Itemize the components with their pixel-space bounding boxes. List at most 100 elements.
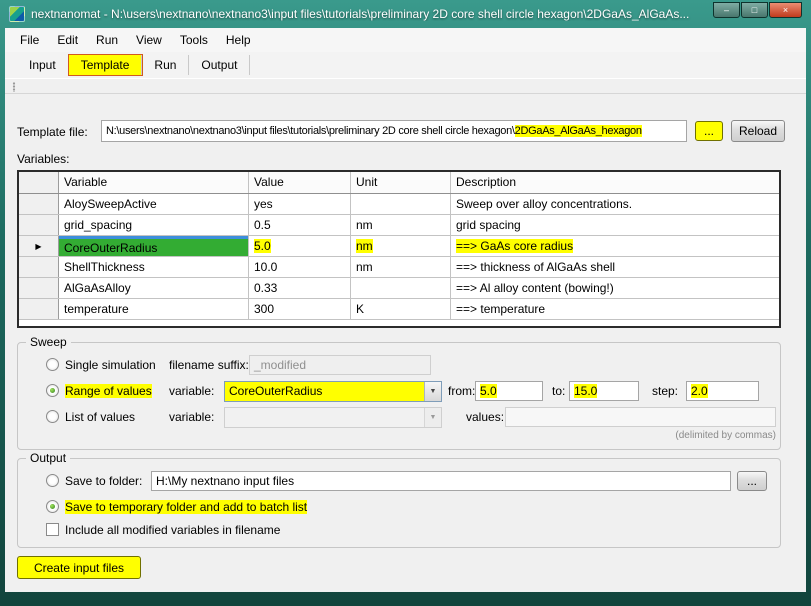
- table-row[interactable]: temperature 300 K ==> temperature: [19, 299, 779, 320]
- tab-input[interactable]: Input: [17, 55, 69, 75]
- cell-description[interactable]: grid spacing: [451, 215, 779, 235]
- table-row-selected[interactable]: ▶ CoreOuterRadius 5.0 nm ==> GaAs core r…: [19, 236, 779, 257]
- cell-value[interactable]: 0.5: [249, 215, 351, 235]
- to-label: to:: [552, 384, 565, 398]
- cell-unit[interactable]: [351, 194, 451, 214]
- cell-description[interactable]: ==> GaAs core radius: [451, 236, 779, 256]
- header-selector-cell: [19, 172, 59, 193]
- values-input[interactable]: [505, 407, 776, 427]
- cell-variable[interactable]: AlGaAsAlloy: [59, 278, 249, 298]
- save-folder-input[interactable]: H:\My nextnano input files: [151, 471, 731, 491]
- cell-description[interactable]: ==> Al alloy content (bowing!): [451, 278, 779, 298]
- tab-output[interactable]: Output: [189, 55, 250, 75]
- list-of-values-label[interactable]: List of values: [65, 410, 135, 424]
- minimize-button-icon[interactable]: –: [713, 2, 740, 18]
- column-header-value[interactable]: Value: [249, 172, 351, 193]
- list-variable-label: variable:: [169, 410, 214, 424]
- create-input-files-button[interactable]: Create input files: [17, 556, 141, 579]
- include-modified-checkbox[interactable]: [46, 523, 59, 536]
- menu-view[interactable]: View: [127, 30, 171, 50]
- output-group: Output Save to folder: H:\My nextnano in…: [17, 458, 781, 548]
- tab-run[interactable]: Run: [142, 55, 189, 75]
- range-variable-combobox[interactable]: CoreOuterRadius ▼: [224, 381, 442, 402]
- from-value: 5.0: [480, 384, 497, 398]
- single-simulation-radio[interactable]: [46, 358, 59, 371]
- column-header-unit[interactable]: Unit: [351, 172, 451, 193]
- cell-description[interactable]: ==> thickness of AlGaAs shell: [451, 257, 779, 277]
- sweep-group-title: Sweep: [26, 335, 71, 349]
- cell-description[interactable]: Sweep over alloy concentrations.: [451, 194, 779, 214]
- template-file-input[interactable]: N:\users\nextnano\nextnano3\input files\…: [101, 120, 687, 142]
- save-temp-folder-label[interactable]: Save to temporary folder and add to batc…: [65, 500, 307, 514]
- save-to-folder-radio[interactable]: [46, 474, 59, 487]
- cell-variable[interactable]: CoreOuterRadius: [59, 236, 249, 256]
- save-to-folder-label[interactable]: Save to folder:: [65, 474, 142, 488]
- template-path-prefix: N:\users\nextnano\nextnano3\input files\…: [106, 125, 515, 137]
- variables-table: Variable Value Unit Description AloySwee…: [17, 170, 781, 328]
- step-input[interactable]: 2.0: [686, 381, 759, 401]
- include-modified-label[interactable]: Include all modified variables in filena…: [65, 523, 280, 537]
- cell-unit[interactable]: [351, 278, 451, 298]
- column-header-description[interactable]: Description: [451, 172, 779, 193]
- template-file-label: Template file:: [17, 125, 88, 139]
- cell-variable[interactable]: grid_spacing: [59, 215, 249, 235]
- cell-value[interactable]: 0.33: [249, 278, 351, 298]
- to-input[interactable]: 15.0: [569, 381, 639, 401]
- row-selector[interactable]: ▶: [19, 236, 59, 256]
- row-selector[interactable]: [19, 215, 59, 235]
- menu-help[interactable]: Help: [217, 30, 260, 50]
- table-row[interactable]: AloySweepActive yes Sweep over alloy con…: [19, 194, 779, 215]
- chevron-down-icon[interactable]: ▼: [424, 382, 441, 401]
- row-selector[interactable]: [19, 194, 59, 214]
- range-of-values-label[interactable]: Range of values: [65, 384, 152, 398]
- browse-output-folder-button[interactable]: ...: [737, 471, 767, 491]
- chevron-down-icon[interactable]: ▼: [424, 408, 441, 427]
- row-selector[interactable]: [19, 257, 59, 277]
- cell-value[interactable]: 5.0: [249, 236, 351, 256]
- close-button-icon[interactable]: ×: [769, 2, 802, 18]
- row-selector[interactable]: [19, 299, 59, 319]
- from-label: from:: [448, 384, 475, 398]
- from-input[interactable]: 5.0: [475, 381, 543, 401]
- sweep-group: Sweep Single simulation filename suffix:…: [17, 342, 781, 450]
- browse-template-button[interactable]: ...: [695, 121, 723, 141]
- cell-variable[interactable]: ShellThickness: [59, 257, 249, 277]
- menu-tools[interactable]: Tools: [171, 30, 217, 50]
- list-variable-value: [225, 408, 424, 427]
- menu-edit[interactable]: Edit: [48, 30, 87, 50]
- single-simulation-label[interactable]: Single simulation: [65, 358, 156, 372]
- reload-button[interactable]: Reload: [731, 120, 785, 142]
- cell-unit[interactable]: nm: [351, 257, 451, 277]
- range-variable-label: variable:: [169, 384, 214, 398]
- toolstrip: [5, 78, 806, 94]
- cell-description[interactable]: ==> temperature: [451, 299, 779, 319]
- window-controls: – □ ×: [713, 2, 802, 18]
- filename-suffix-input[interactable]: _modified: [249, 355, 431, 375]
- save-temp-folder-radio[interactable]: [46, 500, 59, 513]
- toolstrip-grip[interactable]: [12, 82, 16, 92]
- row-selector[interactable]: [19, 278, 59, 298]
- cell-value[interactable]: yes: [249, 194, 351, 214]
- range-of-values-radio[interactable]: [46, 384, 59, 397]
- cell-unit[interactable]: nm: [351, 215, 451, 235]
- cell-unit[interactable]: nm: [351, 236, 451, 256]
- maximize-button-icon[interactable]: □: [741, 2, 768, 18]
- column-header-variable[interactable]: Variable: [59, 172, 249, 193]
- table-row[interactable]: grid_spacing 0.5 nm grid spacing: [19, 215, 779, 236]
- menu-run[interactable]: Run: [87, 30, 127, 50]
- table-row[interactable]: AlGaAsAlloy 0.33 ==> Al alloy content (b…: [19, 278, 779, 299]
- list-variable-combobox[interactable]: ▼: [224, 407, 442, 428]
- cell-unit[interactable]: K: [351, 299, 451, 319]
- cell-variable[interactable]: AloySweepActive: [59, 194, 249, 214]
- values-note: (delimited by commas): [505, 430, 776, 441]
- cell-value[interactable]: 300: [249, 299, 351, 319]
- table-row[interactable]: ShellThickness 10.0 nm ==> thickness of …: [19, 257, 779, 278]
- list-of-values-radio[interactable]: [46, 410, 59, 423]
- cell-value[interactable]: 10.0: [249, 257, 351, 277]
- tab-template[interactable]: Template: [69, 55, 143, 75]
- cell-variable[interactable]: temperature: [59, 299, 249, 319]
- row-selector-arrow-icon: ▶: [35, 242, 41, 251]
- app-icon: [9, 6, 25, 22]
- menu-file[interactable]: File: [11, 30, 48, 50]
- filename-suffix-label: filename suffix:: [169, 358, 249, 372]
